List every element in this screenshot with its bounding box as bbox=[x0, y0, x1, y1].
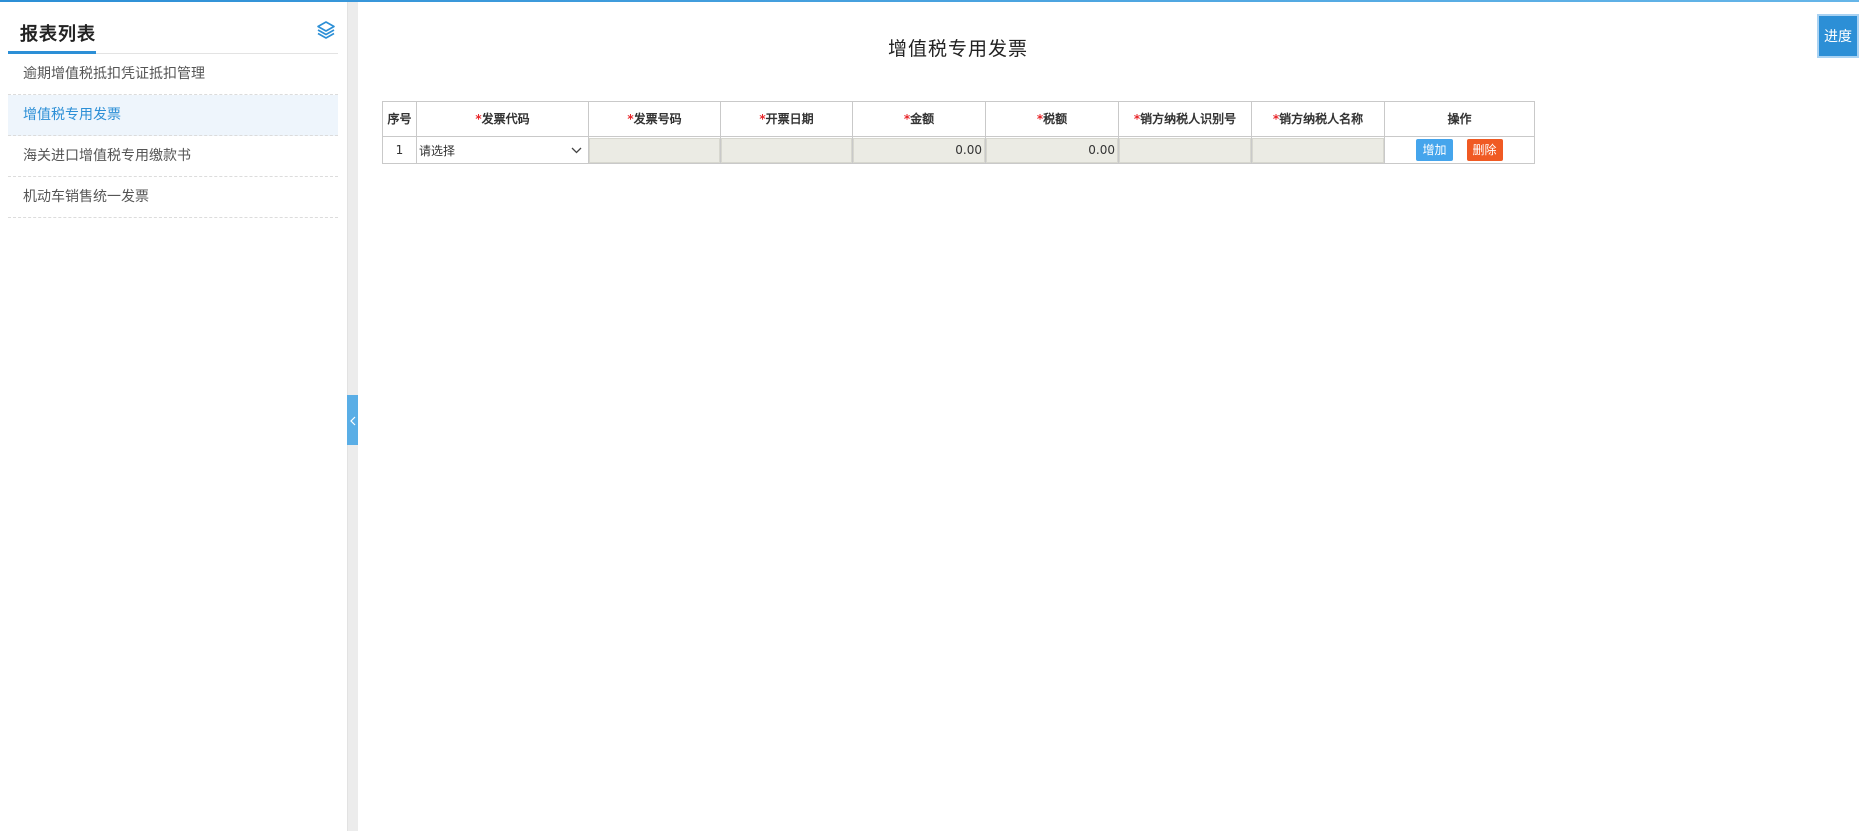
invoice-number-cell bbox=[588, 136, 721, 164]
issue-date-field[interactable] bbox=[721, 137, 852, 163]
table-header-row: 序号 *发票代码 *发票号码 *开票日期 *金额 *税额 *销方纳税人识别号 *… bbox=[382, 101, 1535, 137]
chevron-down-icon bbox=[571, 143, 582, 157]
sidebar-title: 报表列表 bbox=[20, 24, 96, 45]
tax-field[interactable]: 0.00 bbox=[986, 137, 1118, 163]
seller-name-cell bbox=[1251, 136, 1385, 164]
issue-date-cell bbox=[720, 136, 853, 164]
sidebar-item-vehicle-sales-invoice[interactable]: 机动车销售统一发票 bbox=[8, 177, 338, 218]
seller-tax-id-field[interactable] bbox=[1119, 137, 1251, 163]
add-row-button[interactable]: 增加 bbox=[1416, 139, 1453, 161]
page-title: 增值税专用发票 bbox=[887, 38, 1028, 60]
tax-cell: 0.00 bbox=[985, 136, 1119, 164]
main-content: 增值税专用发票 序号 *发票代码 *发票号码 *开票日期 *金额 *税额 *销方… bbox=[358, 2, 1859, 831]
sidebar-item-overdue-deduction[interactable]: 逾期增值税抵扣凭证抵扣管理 bbox=[8, 54, 338, 95]
column-header-amount: *金额 bbox=[852, 101, 986, 137]
invoice-code-cell: 请选择 bbox=[416, 136, 589, 164]
row-index: 1 bbox=[382, 136, 417, 164]
column-header-actions: 操作 bbox=[1384, 101, 1535, 137]
sidebar-item-customs-payment-certificate[interactable]: 海关进口增值税专用缴款书 bbox=[8, 136, 338, 177]
column-header-invoice-number: *发票号码 bbox=[588, 101, 721, 137]
delete-row-button[interactable]: 删除 bbox=[1466, 139, 1503, 161]
amount-field[interactable]: 0.00 bbox=[853, 137, 985, 163]
column-header-issue-date: *开票日期 bbox=[720, 101, 853, 137]
sidebar: 报表列表 逾期增值税抵扣凭证抵扣管理 增值税专用发票 海关进口增值税专用缴款书 … bbox=[0, 2, 347, 831]
invoice-code-select[interactable]: 请选择 bbox=[417, 138, 588, 163]
seller-name-field[interactable] bbox=[1252, 137, 1384, 163]
invoice-table: 序号 *发票代码 *发票号码 *开票日期 *金额 *税额 *销方纳税人识别号 *… bbox=[382, 101, 1535, 164]
column-header-seller-tax-id: *销方纳税人识别号 bbox=[1118, 101, 1252, 137]
seller-tax-id-cell bbox=[1118, 136, 1252, 164]
column-header-index: 序号 bbox=[382, 101, 417, 137]
layers-icon[interactable] bbox=[316, 20, 336, 40]
progress-button[interactable]: 进度 bbox=[1817, 14, 1859, 58]
column-header-invoice-code: *发票代码 bbox=[416, 101, 589, 137]
sidebar-header: 报表列表 bbox=[8, 10, 338, 54]
chevron-left-icon bbox=[349, 411, 357, 430]
actions-cell: 增加 删除 bbox=[1384, 136, 1535, 164]
collapse-sidebar-handle[interactable] bbox=[347, 395, 358, 445]
amount-cell: 0.00 bbox=[852, 136, 986, 164]
report-list: 逾期增值税抵扣凭证抵扣管理 增值税专用发票 海关进口增值税专用缴款书 机动车销售… bbox=[8, 54, 338, 218]
column-header-tax: *税额 bbox=[985, 101, 1119, 137]
invoice-code-select-value: 请选择 bbox=[419, 143, 456, 158]
invoice-number-field[interactable] bbox=[589, 137, 720, 163]
column-header-seller-name: *销方纳税人名称 bbox=[1251, 101, 1385, 137]
table-row: 1 请选择 0.00 0.00 增加 删除 bbox=[382, 136, 1535, 164]
sidebar-item-vat-special-invoice[interactable]: 增值税专用发票 bbox=[8, 95, 338, 136]
